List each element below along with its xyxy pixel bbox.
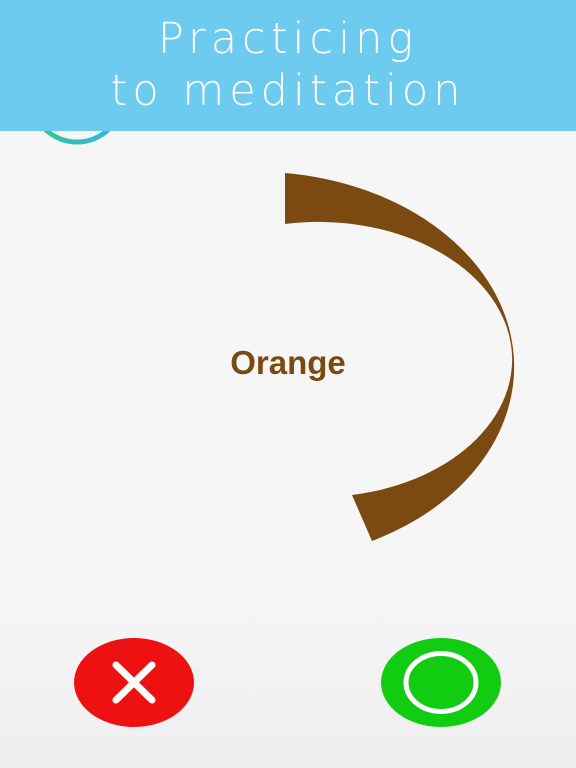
close-icon: [112, 661, 156, 704]
header-banner: Practicing to meditation: [0, 0, 576, 131]
color-word: Orange: [230, 344, 346, 381]
circle-icon: [403, 651, 479, 714]
no-button[interactable]: [74, 638, 194, 727]
page-title-line-1: Practicing: [157, 14, 419, 64]
page-title-line-2: to meditation: [110, 66, 466, 116]
yes-button[interactable]: [381, 638, 501, 727]
